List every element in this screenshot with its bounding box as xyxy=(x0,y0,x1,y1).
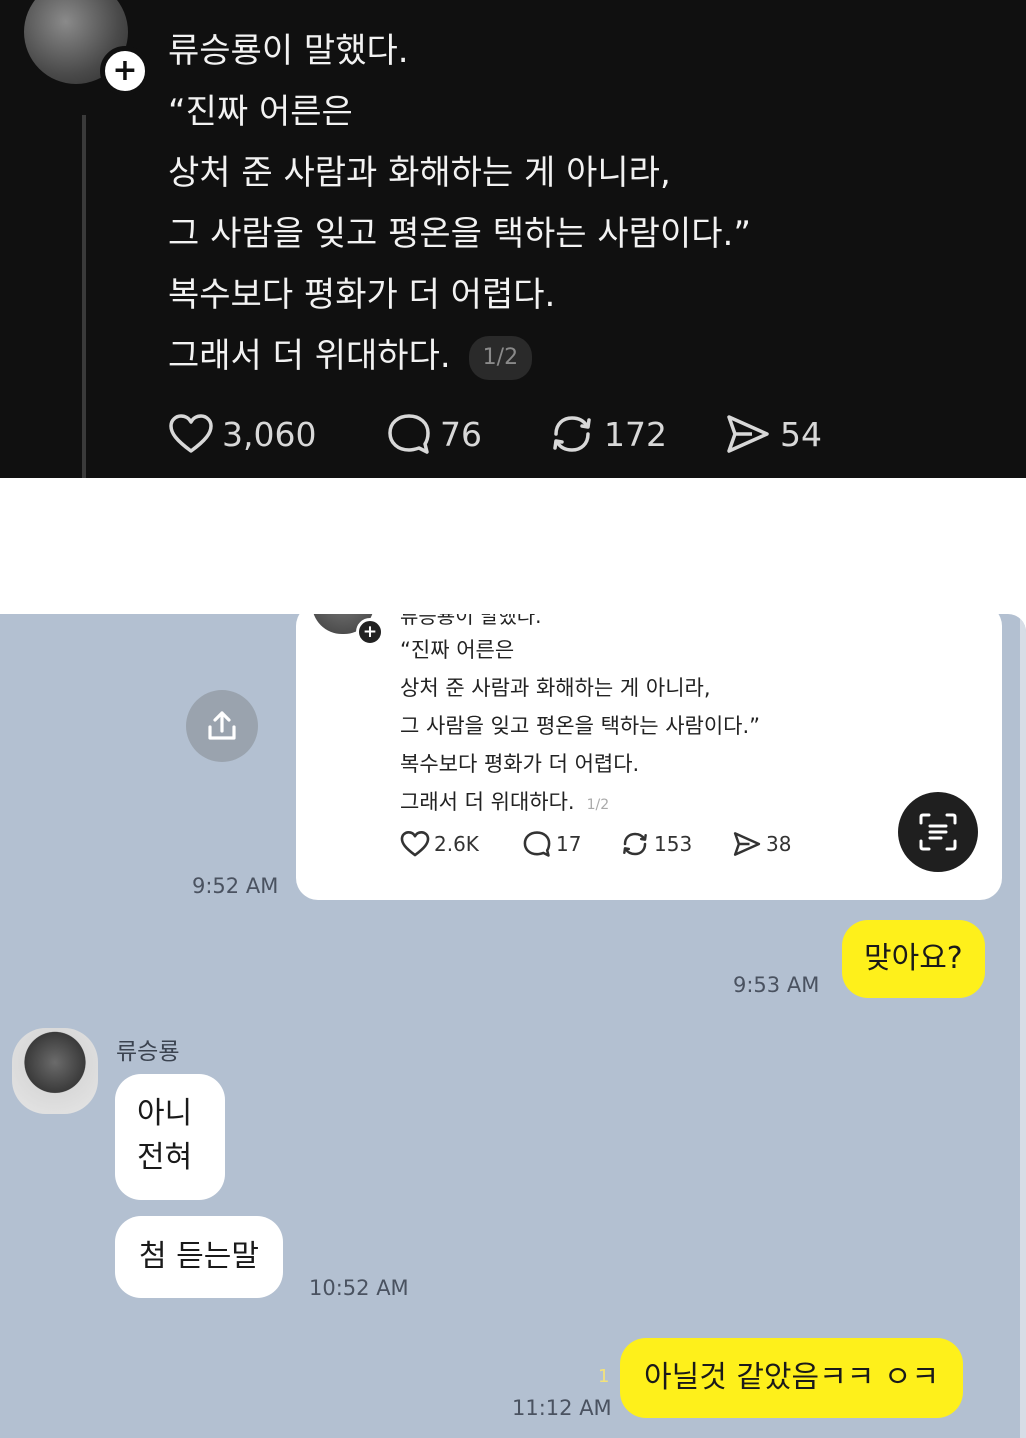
friend-message-line: 아니 xyxy=(137,1096,193,1131)
friend-name: 류승룡 xyxy=(116,1039,180,1065)
post-line: 그래서 더 위대하다. xyxy=(168,336,451,376)
card-comment-count: 17 xyxy=(556,832,582,856)
card-line-last: 그래서 더 위대하다. 1/2 xyxy=(400,786,760,824)
card-follow-plus-icon: + xyxy=(356,618,384,646)
card-actions: 2.6K 17 153 38 xyxy=(400,830,791,858)
my-message-bubble[interactable]: 맞아요? xyxy=(842,920,985,998)
post-actions: 3,060 76 172 54 xyxy=(168,412,822,456)
heart-icon xyxy=(400,830,430,857)
card-like-count: 2.6K xyxy=(434,832,479,856)
thread-line xyxy=(82,115,86,478)
like-count: 3,060 xyxy=(222,414,317,454)
card-like: 2.6K xyxy=(400,830,522,858)
comment-icon xyxy=(523,831,551,857)
friend-message-bubble[interactable]: 아니 전혀 xyxy=(115,1074,225,1200)
page-indicator: 1/2 xyxy=(468,335,533,380)
follow-plus-icon[interactable]: + xyxy=(100,46,150,96)
post-line: 상처 준 사람과 화해하는 게 아니라, xyxy=(168,153,671,193)
message-time: 10:52 AM xyxy=(309,1276,409,1300)
card-body: “진짜 어른은 상처 준 사람과 화해하는 게 아니라, 그 사람을 잊고 평온… xyxy=(400,634,760,824)
message-time: 9:53 AM xyxy=(733,973,820,997)
shared-post-card[interactable]: + 류승룡이 말했다. “진짜 어른은 상처 준 사람과 화해하는 게 아니라,… xyxy=(296,614,1002,900)
share-count: 54 xyxy=(780,414,822,454)
card-line: “진짜 어른은 xyxy=(400,638,515,662)
comment-count: 76 xyxy=(440,414,482,454)
card-repost: 153 xyxy=(620,830,732,858)
card-repost-count: 153 xyxy=(654,832,693,856)
card-line: 상처 준 사람과 화해하는 게 아니라, xyxy=(400,676,711,700)
scan-text-icon xyxy=(919,813,957,851)
upload-icon xyxy=(208,711,236,740)
like-button[interactable]: 3,060 xyxy=(168,413,386,455)
threads-post-dark: + 류승룡이 말했다. “진짜 어른은 상처 준 사람과 화해하는 게 아니라,… xyxy=(0,0,1026,478)
my-message-bubble[interactable]: 아닐것 같았음ㅋㅋ ㅇㅋ xyxy=(620,1338,964,1418)
card-line: 그래서 더 위대하다. xyxy=(400,790,575,814)
post-line: 류승룡이 말했다. xyxy=(168,31,409,71)
post-line: 복수보다 평화가 더 어렵다. xyxy=(168,275,556,315)
post-line-last: 그래서 더 위대하다. 1/2 xyxy=(168,331,751,392)
repost-icon xyxy=(553,416,591,452)
scroll-edge xyxy=(1020,614,1026,1438)
chat-room: + 류승룡이 말했다. “진짜 어른은 상처 준 사람과 화해하는 게 아니라,… xyxy=(0,614,1026,1438)
card-first-line: 류승룡이 말했다. xyxy=(400,614,542,628)
repost-icon xyxy=(623,832,647,856)
unread-count: 1 xyxy=(598,1366,610,1387)
post-line: 그 사람을 잊고 평온을 택하는 사람이다.” xyxy=(168,214,751,254)
heart-icon xyxy=(169,414,213,453)
send-icon xyxy=(733,832,761,856)
repost-count: 172 xyxy=(604,414,667,454)
card-line: 그 사람을 잊고 평온을 택하는 사람이다.” xyxy=(400,714,761,738)
card-share: 38 xyxy=(732,830,791,858)
card-comment: 17 xyxy=(522,830,620,858)
message-time: 11:12 AM xyxy=(512,1396,612,1420)
friend-avatar[interactable] xyxy=(12,1028,98,1114)
friend-message-line: 전혀 xyxy=(137,1140,193,1175)
send-icon xyxy=(727,415,769,453)
comment-button[interactable]: 76 xyxy=(386,412,548,456)
text-scan-button[interactable] xyxy=(898,792,978,872)
comment-icon xyxy=(388,414,430,454)
share-upload-button[interactable] xyxy=(186,690,258,762)
card-page-indicator: 1/2 xyxy=(586,797,610,813)
card-share-count: 38 xyxy=(766,832,792,856)
message-time: 9:52 AM xyxy=(192,874,279,898)
card-line: 복수보다 평화가 더 어렵다. xyxy=(400,752,640,776)
friend-message-bubble[interactable]: 첨 듣는말 xyxy=(115,1216,283,1298)
post-body: 류승룡이 말했다. “진짜 어른은 상처 준 사람과 화해하는 게 아니라, 그… xyxy=(168,26,751,392)
repost-button[interactable]: 172 xyxy=(548,412,724,456)
share-button[interactable]: 54 xyxy=(724,412,822,456)
post-line: “진짜 어른은 xyxy=(168,92,353,132)
